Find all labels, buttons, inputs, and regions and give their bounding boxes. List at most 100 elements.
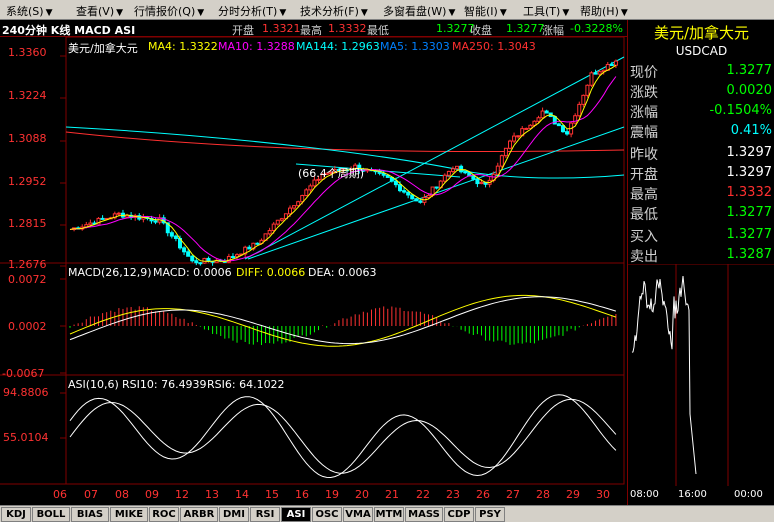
- asi-rsi6-line: [69, 394, 617, 479]
- main-y-tick: 1.2676: [8, 258, 47, 271]
- x-tick: 29: [566, 488, 580, 501]
- x-tick: 20: [355, 488, 369, 501]
- close-label: 收盘: [470, 24, 492, 37]
- indicator-tab[interactable]: DMI: [219, 507, 249, 522]
- indicator-tab[interactable]: BOLL: [32, 507, 70, 522]
- indicator-tab[interactable]: ROC: [149, 507, 179, 522]
- menu-help-arrow-icon: ▼: [620, 8, 628, 18]
- indicator-tab[interactable]: CDP: [444, 507, 474, 522]
- candle-body: [577, 103, 582, 117]
- indicator-tab[interactable]: MASS: [405, 507, 443, 522]
- asi-y-tick: 55.0104: [3, 431, 49, 444]
- indicator-tab[interactable]: OSC: [312, 507, 342, 522]
- quote-row-value: 1.3287: [726, 247, 773, 262]
- menu-smart[interactable]: 智能(I) ▼: [464, 3, 507, 19]
- quote-panel: 美元/加拿大元 USDCAD 现价 1.3277 涨跌 0.0020 涨幅 -0.1504…: [627, 20, 774, 505]
- menu-timeshare-label: 分时分析(T): [218, 5, 278, 18]
- indicator-tab[interactable]: PSY: [475, 507, 505, 522]
- quote-row-value: 1.3277: [726, 205, 773, 220]
- quote-row-value: 1.3277: [726, 227, 773, 242]
- indicator-tab[interactable]: ARBR: [180, 507, 218, 522]
- cycle-annotation: (66.4个周期): [298, 167, 365, 180]
- indicator-tab[interactable]: RSI: [250, 507, 280, 522]
- quote-row-label: 开盘: [630, 167, 658, 183]
- macd-legend-diff: DIFF: 0.0066: [236, 266, 306, 279]
- main-y-tick: 1.2952: [8, 175, 47, 188]
- indicator-tab[interactable]: MTM: [374, 507, 404, 522]
- indicator-tab[interactable]: ASI: [281, 507, 311, 522]
- candle-body: [292, 205, 297, 209]
- quote-row-value: 1.3277: [726, 63, 773, 78]
- menu-view-label: 查看(V): [76, 5, 115, 18]
- main-legend-ma4: MA4: 1.3322: [148, 40, 218, 53]
- x-tick: 06: [53, 488, 67, 501]
- candle-body: [573, 115, 578, 124]
- candle-body: [560, 125, 565, 133]
- x-tick: 07: [84, 488, 98, 501]
- candle-body: [279, 218, 284, 221]
- low-value: 1.3277: [436, 22, 475, 35]
- quote-row: 开盘 1.3297: [628, 164, 774, 183]
- candle-body: [455, 165, 460, 170]
- quote-row-label: 涨幅: [630, 105, 658, 121]
- menu-technical[interactable]: 技术分析(F) ▼: [300, 3, 368, 19]
- menu-multiwindow[interactable]: 多窗看盘(W) ▼: [383, 3, 455, 19]
- menu-tools[interactable]: 工具(T) ▼: [523, 3, 569, 19]
- candle-body: [459, 165, 464, 173]
- menu-help[interactable]: 帮助(H) ▼: [580, 3, 628, 19]
- main-legend-ma10: MA10: 1.3288: [218, 40, 295, 53]
- quote-row: 现价 1.3277: [628, 62, 774, 81]
- macd-legend-dea: DEA: 0.0063: [308, 266, 377, 279]
- asi-legend-rsi10: RSI10: 76.4939: [122, 378, 207, 391]
- candle-body: [182, 247, 187, 253]
- candle-body: [100, 217, 105, 220]
- candle-body: [512, 135, 517, 142]
- menu-timeshare[interactable]: 分时分析(T) ▼: [218, 3, 286, 19]
- menu-smart-arrow-icon: ▼: [499, 8, 507, 18]
- indicator-tab[interactable]: KDJ: [1, 507, 31, 522]
- change-value: -0.3228%: [570, 22, 623, 35]
- candle-body: [194, 260, 199, 264]
- candle-body: [540, 110, 545, 119]
- menu-view[interactable]: 查看(V) ▼: [76, 3, 123, 19]
- quote-row: 涨跌 0.0020: [628, 82, 774, 101]
- candle-body: [402, 190, 407, 193]
- candle-body: [516, 135, 521, 138]
- candle-body: [442, 174, 447, 182]
- candle-body: [589, 72, 594, 86]
- ma250-line: [65, 131, 625, 152]
- menu-quotes-label: 行情报价(Q): [134, 5, 196, 18]
- intraday-mini-chart[interactable]: [628, 264, 774, 489]
- quote-row-value: 1.3297: [726, 165, 773, 180]
- candle-body: [556, 123, 561, 127]
- menu-timeshare-arrow-icon: ▼: [279, 8, 287, 18]
- candle-body: [300, 195, 305, 203]
- candle-body: [609, 64, 614, 67]
- quote-row: 买入 1.3277: [628, 226, 774, 245]
- candle-body: [479, 181, 484, 185]
- chart-area[interactable]: 美元/加拿大元 MA4: 1.3322 MA10: 1.3288 MA144: …: [0, 37, 626, 505]
- main-legend-ma5: MA5: 1.3303: [380, 40, 450, 53]
- chart-frame: [65, 37, 625, 485]
- main-legend-name: 美元/加拿大元: [68, 42, 138, 55]
- candle-body: [565, 131, 570, 135]
- main-legend-ma144: MA144: 1.2963: [296, 40, 380, 53]
- menu-quotes[interactable]: 行情报价(Q) ▼: [134, 3, 204, 19]
- menu-system[interactable]: 系统(S) ▼: [6, 3, 53, 19]
- candle-body: [406, 191, 411, 196]
- quote-row: 震幅 0.41%: [628, 122, 774, 141]
- candle-body: [173, 235, 178, 239]
- indicator-tab[interactable]: MIKE: [110, 507, 148, 522]
- candle-body: [503, 147, 508, 157]
- macd-y-tick: -0.0067: [2, 367, 45, 380]
- quote-row: 最高 1.3332: [628, 184, 774, 203]
- candle-body: [153, 220, 158, 223]
- candle-body: [450, 168, 455, 172]
- candle-body: [247, 246, 252, 250]
- quote-row-value: 0.0020: [726, 83, 773, 98]
- indicator-tab[interactable]: VMA: [343, 507, 373, 522]
- macd-y-tick: 0.0002: [8, 320, 47, 333]
- quote-row-label: 涨跌: [630, 85, 658, 101]
- indicator-tab[interactable]: BIAS: [71, 507, 109, 522]
- quote-row: 昨收 1.3297: [628, 144, 774, 163]
